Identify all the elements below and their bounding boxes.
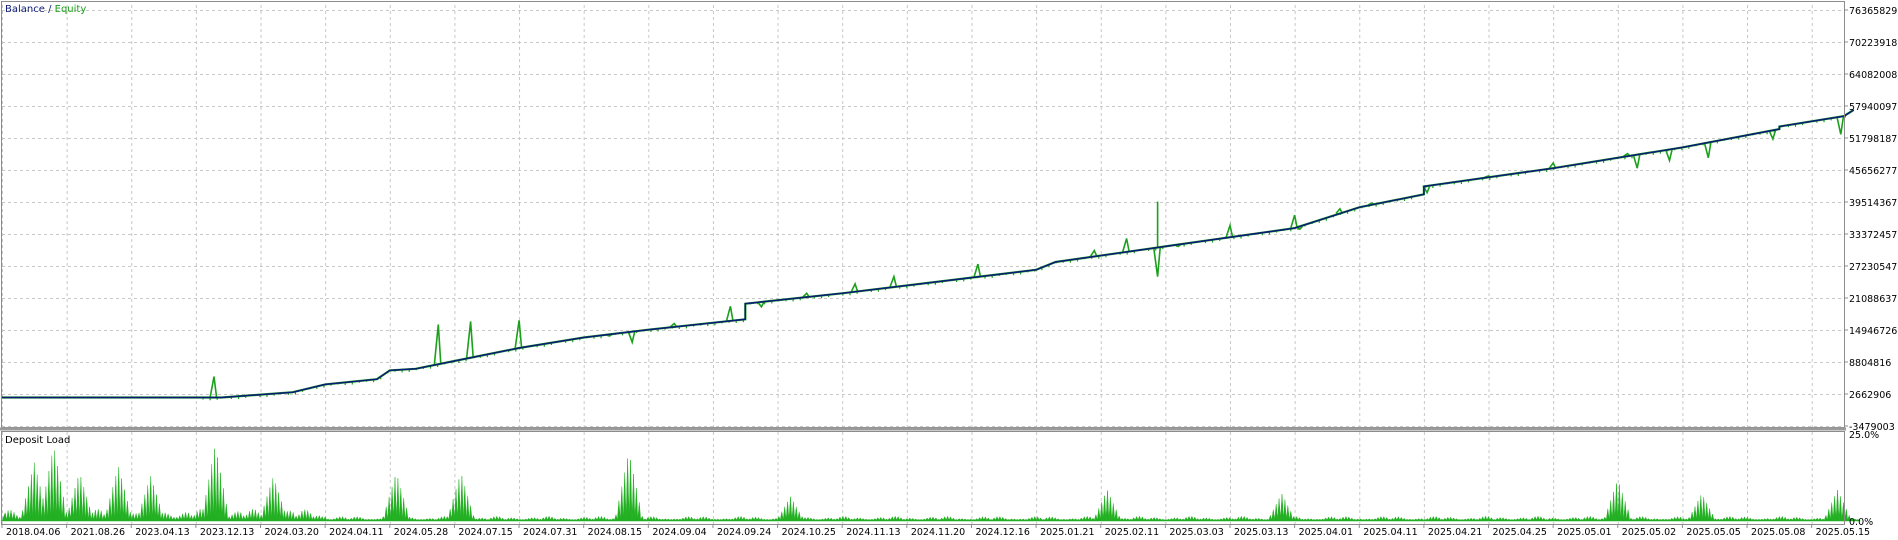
x-tick-label: 2025.04.11 (1363, 527, 1417, 538)
x-tick-label: 2024.09.24 (717, 527, 771, 538)
y-tick-label: 76365829 (1849, 6, 1897, 17)
y-tick-label: 21088637 (1849, 294, 1897, 305)
x-tick-label: 2025.01.21 (1040, 527, 1094, 538)
x-tick-label: 2024.08.15 (588, 527, 642, 538)
x-tick-label: 2024.10.25 (782, 527, 836, 538)
x-tick-label: 2025.04.25 (1493, 527, 1547, 538)
x-tick-label: 2024.11.20 (911, 527, 965, 538)
y-tick-label: 2662906 (1849, 390, 1891, 401)
x-tick-label: 2024.11.13 (846, 527, 900, 538)
x-tick-label: 2024.07.31 (523, 527, 577, 538)
x-tick-label: 2025.05.02 (1622, 527, 1676, 538)
x-tick-label: 2018.04.06 (6, 527, 60, 538)
legend-balance: Balance (5, 4, 45, 15)
y-tick-label: 39514367 (1849, 198, 1897, 209)
legend-equity: Equity (55, 4, 87, 15)
x-tick-label: 2025.05.01 (1557, 527, 1611, 538)
x-tick-label: 2025.05.08 (1751, 527, 1805, 538)
x-tick-label: 2025.02.11 (1105, 527, 1159, 538)
y-tick-label: 27230547 (1849, 262, 1897, 273)
y-tick-label: 57940097 (1849, 102, 1897, 113)
chart-legend: Balance / Equity (5, 4, 86, 15)
x-tick-label: 2025.05.05 (1686, 527, 1740, 538)
y-tick-label: 33372457 (1849, 230, 1897, 241)
x-tick-label: 2025.03.13 (1234, 527, 1288, 538)
chart-background (0, 0, 1898, 540)
x-axis-labels: 2018.04.06 2021.08.26 2023.04.13 2023.12.13… (1, 524, 1870, 538)
strategy-tester-chart: 76365829 70223918 64082008 57940097 51798187… (0, 0, 1898, 540)
y-tick-label: 45656277 (1849, 166, 1897, 177)
x-tick-label: 2024.07.15 (458, 527, 512, 538)
x-tick-label: 2024.09.04 (652, 527, 706, 538)
x-tick-label: 2024.12.16 (975, 527, 1029, 538)
y-tick-label: 51798187 (1849, 134, 1897, 145)
y-tick-label: 64082008 (1849, 70, 1897, 81)
y-tick-label: 8804816 (1849, 358, 1891, 369)
x-tick-label: 2024.05.28 (394, 527, 448, 538)
legend-separator: / (45, 4, 55, 15)
y-tick-label: 70223918 (1849, 38, 1897, 49)
x-tick-label: 2024.04.11 (329, 527, 383, 538)
x-tick-label: 2025.05.15 (1816, 527, 1870, 538)
x-tick-label: 2023.12.13 (200, 527, 254, 538)
x-tick-label: 2021.08.26 (71, 527, 125, 538)
pane-separator[interactable] (0, 427, 1846, 431)
x-tick-label: 2025.04.21 (1428, 527, 1482, 538)
x-tick-label: 2023.04.13 (135, 527, 189, 538)
y-tick-label: 14946726 (1849, 326, 1897, 337)
deposit-load-title: Deposit Load (5, 435, 70, 446)
x-tick-label: 2024.03.20 (265, 527, 319, 538)
deposit-y-tick-label: 25.0% (1849, 430, 1879, 441)
x-tick-label: 2025.03.03 (1169, 527, 1223, 538)
x-tick-label: 2025.04.01 (1299, 527, 1353, 538)
